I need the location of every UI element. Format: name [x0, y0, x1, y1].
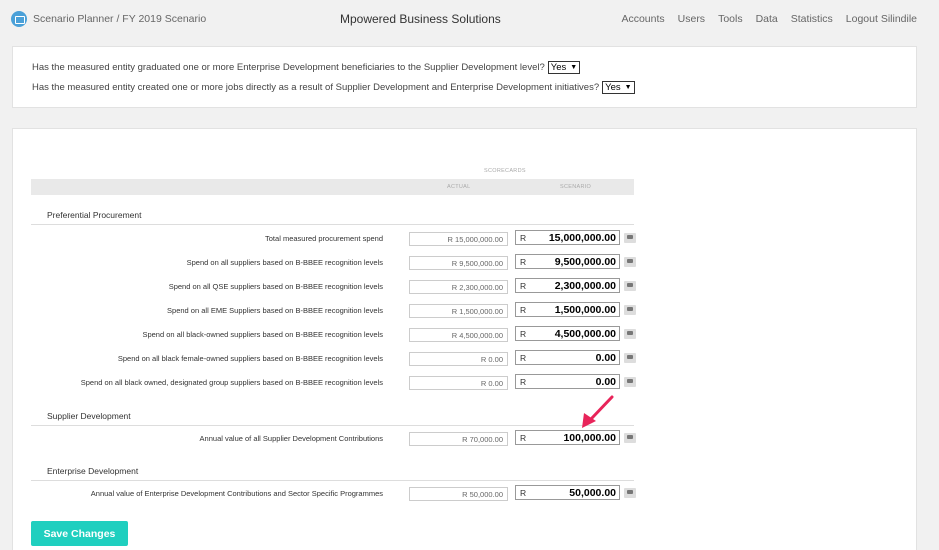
section-divider: [31, 425, 634, 426]
comment-icon[interactable]: [624, 353, 636, 363]
row-label: Spend on all QSE suppliers based on B-BB…: [168, 282, 383, 291]
nav-users[interactable]: Users: [678, 13, 705, 25]
scenario-input[interactable]: R 0.00: [515, 374, 620, 389]
breadcrumb[interactable]: Scenario Planner / FY 2019 Scenario: [33, 13, 206, 25]
top-nav: Accounts Users Tools Data Statistics Log…: [621, 13, 917, 25]
row-label: Spend on all black female-owned supplier…: [117, 354, 383, 363]
section-title: Supplier Development: [47, 411, 131, 421]
actual-value: R 4,500,000.00: [409, 328, 508, 342]
actual-value: R 0.00: [409, 352, 508, 366]
nav-logout[interactable]: Logout Silindile: [846, 13, 917, 25]
section-title: Preferential Procurement: [47, 210, 142, 220]
row-label: Spend on all black-owned suppliers based…: [142, 330, 383, 339]
column-header-band: [31, 179, 634, 195]
scorecards-header: SCORECARDS: [484, 168, 526, 174]
brand-title: Mpowered Business Solutions: [340, 12, 501, 26]
nav-data[interactable]: Data: [756, 13, 778, 25]
nav-tools[interactable]: Tools: [718, 13, 743, 25]
row-label: Spend on all black owned, designated gro…: [80, 378, 383, 387]
scenario-input[interactable]: R 15,000,000.00: [515, 230, 620, 245]
scenario-column-header: SCENARIO: [560, 184, 592, 190]
nav-accounts[interactable]: Accounts: [621, 13, 664, 25]
actual-value: R 2,300,000.00: [409, 280, 508, 294]
comment-icon[interactable]: [624, 305, 636, 315]
comment-icon[interactable]: [624, 329, 636, 339]
actual-value: R 15,000,000.00: [409, 232, 508, 246]
row-label: Spend on all EME Suppliers based on B-BB…: [167, 306, 383, 315]
chevron-down-icon: ▼: [624, 84, 632, 91]
answer-select[interactable]: Yes ▼: [547, 61, 581, 74]
question-text: Has the measured entity graduated one or…: [32, 62, 545, 73]
question-row: Has the measured entity created one or m…: [32, 81, 635, 94]
scenario-input[interactable]: R 100,000.00: [515, 430, 620, 445]
section-divider: [31, 224, 634, 225]
comment-icon[interactable]: [624, 233, 636, 243]
question-text: Has the measured entity created one or m…: [32, 82, 600, 93]
actual-value: R 50,000.00: [409, 487, 508, 501]
row-label: Total measured procurement spend: [265, 234, 383, 243]
section-divider: [31, 480, 634, 481]
scenario-input[interactable]: R 1,500,000.00: [515, 302, 620, 317]
question-row: Has the measured entity graduated one or…: [32, 61, 581, 74]
scenario-input[interactable]: R 4,500,000.00: [515, 326, 620, 341]
scenario-input[interactable]: R 9,500,000.00: [515, 254, 620, 269]
questions-panel: Has the measured entity graduated one or…: [12, 46, 917, 108]
comment-icon[interactable]: [624, 433, 636, 443]
actual-value: R 0.00: [409, 376, 508, 390]
scenario-input[interactable]: R 0.00: [515, 350, 620, 365]
actual-value: R 70,000.00: [409, 432, 508, 446]
scenario-input[interactable]: R 2,300,000.00: [515, 278, 620, 293]
row-label: Annual value of Enterprise Development C…: [90, 489, 383, 498]
chevron-down-icon: ▼: [570, 64, 578, 71]
comment-icon[interactable]: [624, 377, 636, 387]
comment-icon[interactable]: [624, 488, 636, 498]
calendar-app-icon[interactable]: [11, 11, 27, 27]
section-title: Enterprise Development: [47, 466, 139, 476]
answer-select[interactable]: Yes ▼: [602, 81, 635, 94]
nav-statistics[interactable]: Statistics: [791, 13, 833, 25]
actual-value: R 1,500,000.00: [409, 304, 508, 318]
comment-icon[interactable]: [624, 281, 636, 291]
comment-icon[interactable]: [624, 257, 636, 267]
top-bar: Scenario Planner / FY 2019 Scenario Mpow…: [0, 0, 939, 40]
row-label: Annual value of all Supplier Development…: [199, 434, 383, 443]
scenario-input[interactable]: R 50,000.00: [515, 485, 620, 500]
row-label: Spend on all suppliers based on B-BBEE r…: [186, 258, 383, 267]
actual-column-header: ACTUAL: [447, 184, 471, 190]
save-changes-button[interactable]: Save Changes: [31, 521, 128, 546]
actual-value: R 9,500,000.00: [409, 256, 508, 270]
